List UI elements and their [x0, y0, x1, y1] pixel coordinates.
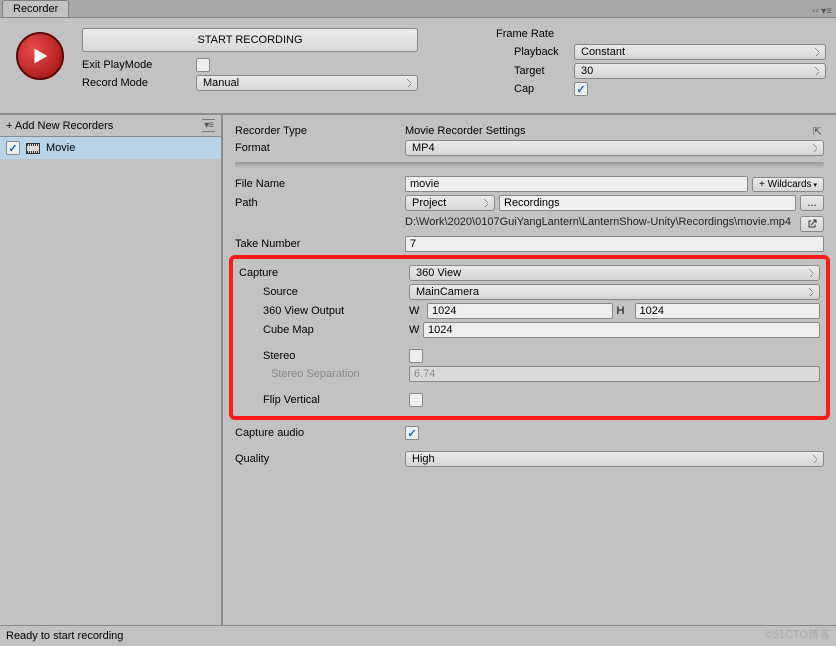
source-label: Source — [239, 286, 409, 298]
browse-button[interactable]: ... — [800, 195, 824, 211]
format-label: Format — [235, 142, 405, 154]
window-dock-icon[interactable]: ▫▫ — [812, 6, 819, 17]
recorder-type-value: Movie Recorder Settings — [405, 125, 525, 137]
inspector-panel: ⇱ Recorder Type Movie Recorder Settings … — [223, 115, 836, 625]
cap-label: Cap — [496, 83, 574, 95]
recorder-type-label: Recorder Type — [235, 125, 405, 137]
take-number-label: Take Number — [235, 238, 405, 250]
record-mode-label: Record Mode — [82, 77, 196, 89]
source-select[interactable]: MainCamera — [409, 284, 820, 300]
cubemap-label: Cube Map — [239, 324, 409, 336]
cubemap-width-input[interactable]: 1024 — [423, 322, 820, 338]
output-width-input[interactable]: 1024 — [427, 303, 613, 319]
path-label: Path — [235, 197, 405, 209]
playback-select[interactable]: Constant — [574, 44, 826, 60]
status-text: Ready to start recording — [6, 630, 123, 642]
exit-playmode-checkbox[interactable] — [196, 58, 210, 72]
recorder-list-item-movie[interactable]: Movie — [0, 137, 221, 159]
stereo-checkbox[interactable] — [409, 349, 423, 363]
top-panel: START RECORDING Exit PlayMode Record Mod… — [0, 18, 836, 115]
start-recording-button[interactable]: START RECORDING — [82, 28, 418, 52]
cap-checkbox[interactable] — [574, 82, 588, 96]
record-play-icon[interactable] — [16, 32, 64, 80]
quality-label: Quality — [235, 453, 405, 465]
quality-select[interactable]: High — [405, 451, 824, 467]
capture-audio-checkbox[interactable] — [405, 426, 419, 440]
resolved-path-text: D:\Work\2020\0107GuiYangLantern\LanternS… — [405, 216, 796, 229]
stereo-separation-input: 6.74 — [409, 366, 820, 382]
watermark-text: ©51CTO博客 — [765, 626, 830, 642]
divider — [235, 162, 824, 168]
playback-label: Playback — [496, 46, 574, 58]
width-prefix: W — [409, 305, 423, 317]
sidebar: + Add New Recorders ▾≡ Movie — [0, 115, 223, 625]
open-path-button[interactable] — [800, 216, 824, 232]
filename-input[interactable]: movie — [405, 176, 748, 192]
height-prefix: H — [617, 305, 631, 317]
target-label: Target — [496, 65, 574, 77]
path-select[interactable]: Project — [405, 195, 495, 211]
tab-recorder[interactable]: Recorder — [2, 0, 69, 17]
format-select[interactable]: MP4 — [405, 140, 824, 156]
cubemap-width-prefix: W — [409, 324, 423, 336]
record-mode-select[interactable]: Manual — [196, 75, 418, 91]
capture-audio-label: Capture audio — [235, 427, 405, 439]
take-number-input[interactable]: 7 — [405, 236, 824, 252]
recorder-item-label: Movie — [46, 142, 75, 154]
output-size-label: 360 View Output — [239, 305, 409, 317]
sidebar-menu-icon[interactable]: ▾≡ — [202, 119, 215, 132]
wildcards-button[interactable]: + Wildcards ▾ — [752, 177, 824, 192]
capture-select[interactable]: 360 View — [409, 265, 820, 281]
path-input[interactable]: Recordings — [499, 195, 796, 211]
flip-vertical-checkbox[interactable] — [409, 393, 423, 407]
exit-playmode-label: Exit PlayMode — [82, 59, 196, 71]
output-height-input[interactable]: 1024 — [635, 303, 821, 319]
window-menu-icon[interactable]: ▾≡ — [821, 6, 832, 17]
frame-rate-heading: Frame Rate — [496, 28, 826, 40]
tab-bar: Recorder ▫▫ ▾≡ — [0, 0, 836, 18]
filename-label: File Name — [235, 178, 405, 190]
capture-label: Capture — [239, 267, 409, 279]
stereo-label: Stereo — [239, 350, 409, 362]
film-icon — [26, 143, 40, 154]
status-bar: Ready to start recording — [0, 625, 836, 646]
target-select[interactable]: 30 — [574, 63, 826, 79]
maximize-icon[interactable]: ⇱ — [813, 125, 822, 138]
flip-vertical-label: Flip Vertical — [239, 394, 409, 406]
capture-section-highlight: Capture 360 View Source MainCamera 360 V… — [229, 255, 830, 420]
stereo-separation-label: Stereo Separation — [239, 368, 409, 380]
recorder-item-checkbox[interactable] — [6, 141, 20, 155]
add-new-recorders-button[interactable]: + Add New Recorders — [6, 120, 198, 132]
